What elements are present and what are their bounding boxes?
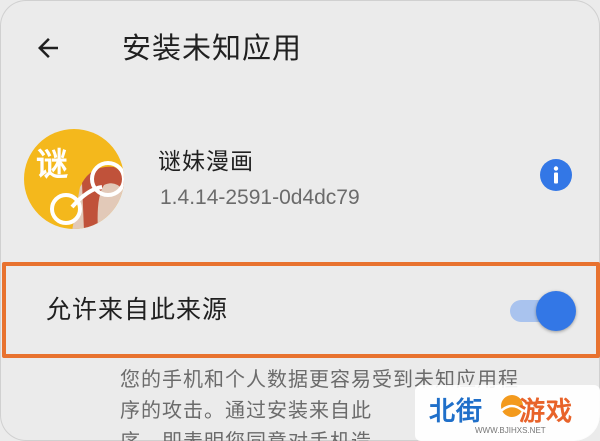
watermark-url: WWW.BJIHXS.NET xyxy=(475,426,546,435)
allow-source-switch[interactable] xyxy=(506,290,580,332)
app-icon: 谜 xyxy=(22,127,126,231)
switch-thumb xyxy=(536,291,576,331)
page-title: 安装未知应用 xyxy=(122,31,303,65)
screen: 安装未知应用 谜 谜妹漫画 1.4.14-2591-0d4dc79 允许来自此来… xyxy=(0,0,600,441)
watermark-text-part2: 游戏 xyxy=(519,397,574,427)
back-button[interactable] xyxy=(24,24,72,72)
app-version: 1.4.14-2591-0d4dc79 xyxy=(160,186,360,209)
info-icon xyxy=(540,159,572,191)
allow-source-label: 允许来自此来源 xyxy=(46,295,229,324)
app-info-row: 谜 谜妹漫画 1.4.14-2591-0d4dc79 xyxy=(0,120,600,236)
watermark-text-part1: 北街 xyxy=(429,397,484,427)
app-name: 谜妹漫画 xyxy=(158,149,254,175)
arrow-left-icon xyxy=(38,38,58,58)
app-bar: 安装未知应用 xyxy=(0,0,600,96)
allow-source-row[interactable]: 允许来自此来源 xyxy=(6,266,596,354)
app-info-button[interactable] xyxy=(539,158,573,192)
app-icon-text: 谜 xyxy=(36,145,68,183)
watermark-logo: 北街 游戏 WWW.BJIHXS.NET xyxy=(415,385,600,441)
